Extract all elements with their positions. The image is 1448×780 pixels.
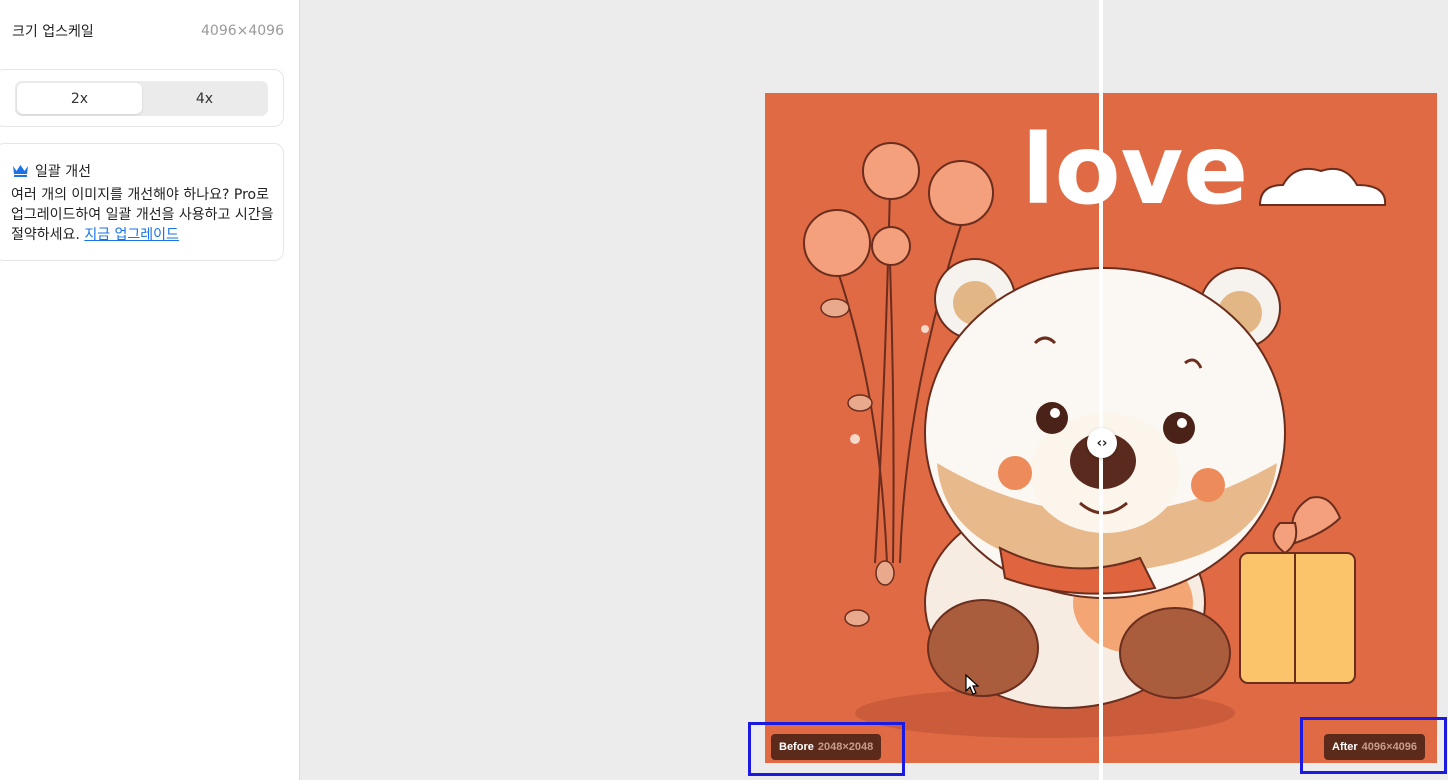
upscale-size-row: 크기 업스케일 4096×4096 <box>12 20 284 42</box>
upscale-size-value: 4096×4096 <box>201 23 284 39</box>
scale-segmented-control: 2x 4x <box>15 81 268 116</box>
compare-slider-handle[interactable]: ‹› <box>1087 428 1117 458</box>
after-highlight-box <box>1300 717 1447 774</box>
gift-box <box>1239 496 1356 684</box>
upgrade-now-link[interactable]: 지금 업그레이드 <box>84 227 179 243</box>
sidebar: 크기 업스케일 4096×4096 2x 4x 일괄 개선 여러 개의 이미지를… <box>0 0 300 780</box>
scale-card: 2x 4x <box>0 69 284 127</box>
mouse-pointer-icon <box>965 673 980 700</box>
cloud <box>1258 167 1387 206</box>
scale-2x-button[interactable]: 2x <box>17 83 142 114</box>
svg-text:love: love <box>1022 114 1249 226</box>
love-text: love <box>1022 114 1249 226</box>
scale-4x-button[interactable]: 4x <box>142 83 267 114</box>
compare-divider[interactable] <box>1099 0 1103 780</box>
upscale-size-label: 크기 업스케일 <box>12 24 94 40</box>
preview-canvas: love ‹› Before 2048×2048 After 4096×4096 <box>301 0 1448 780</box>
batch-enhance-promo: 일괄 개선 여러 개의 이미지를 개선해야 하나요? Pro로 업그레이드하여 … <box>0 143 284 261</box>
bear <box>855 258 1286 738</box>
promo-header: 일괄 개선 <box>12 161 91 181</box>
promo-text-block: 여러 개의 이미지를 개선해야 하나요? Pro로 업그레이드하여 일괄 개선을… <box>11 185 277 245</box>
promo-title: 일괄 개선 <box>35 164 91 180</box>
crown-icon <box>12 162 29 181</box>
before-highlight-box <box>748 722 905 776</box>
